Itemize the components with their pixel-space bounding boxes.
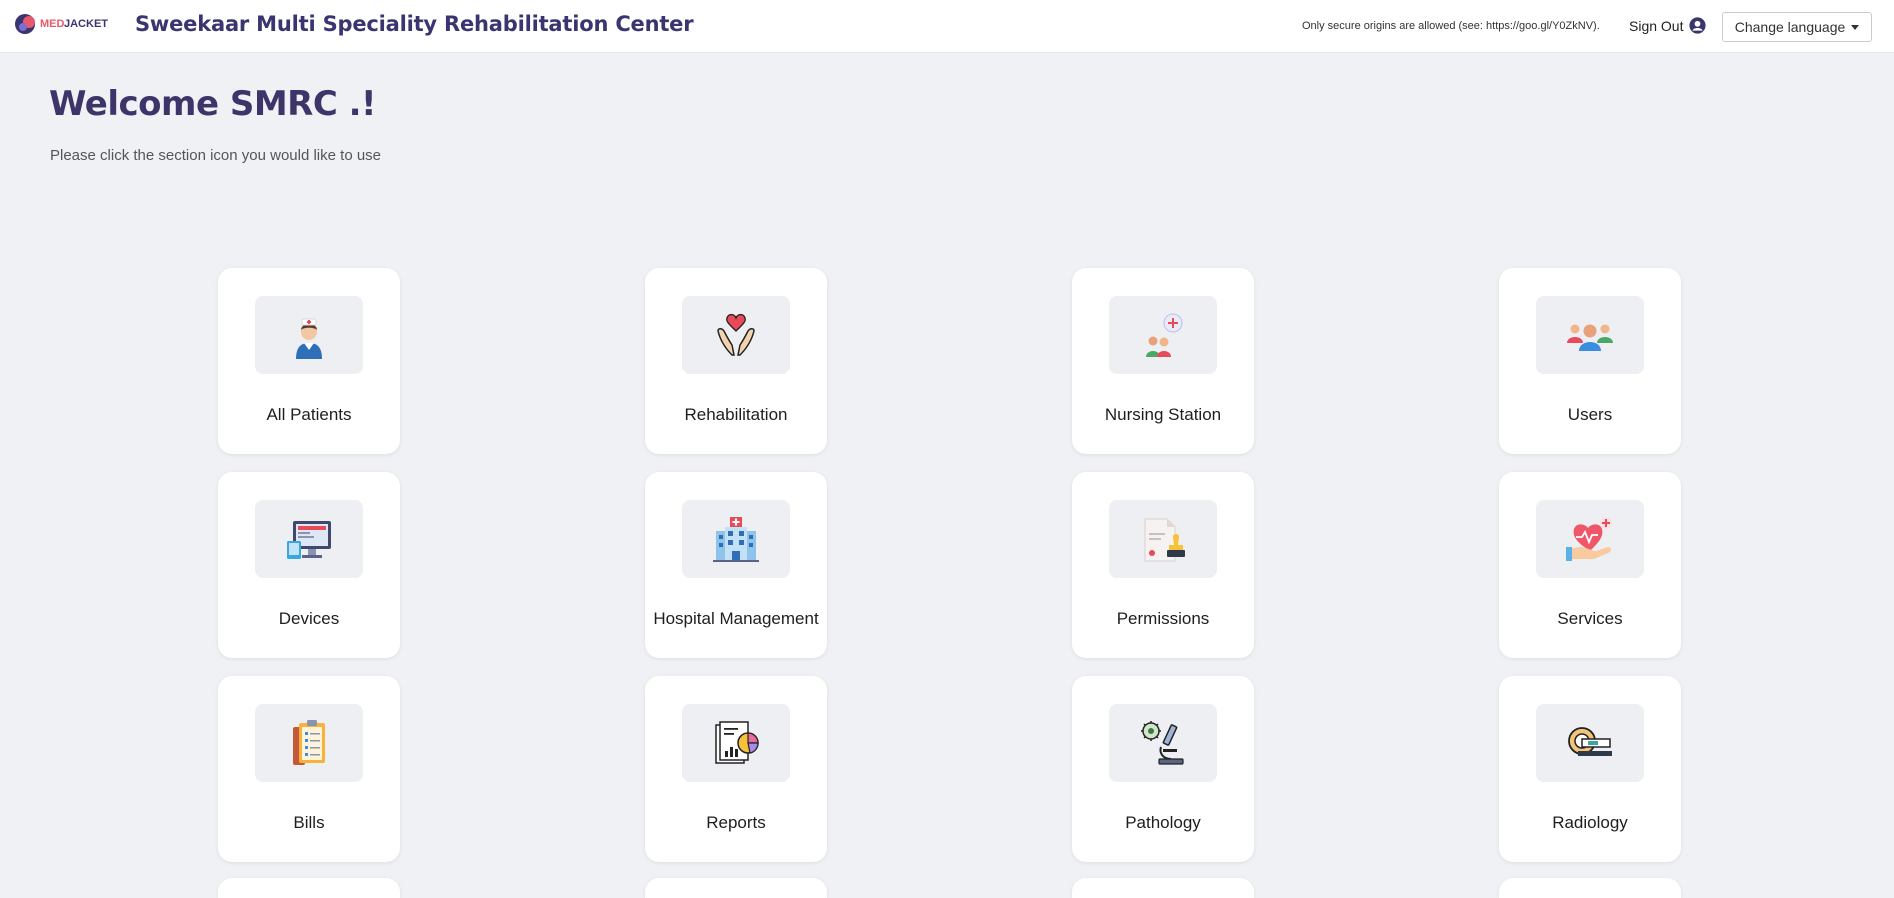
section-label: Bills bbox=[293, 813, 325, 832]
mri-scanner-icon bbox=[1568, 727, 1612, 756]
section-label: Pathology bbox=[1125, 813, 1201, 832]
app-title: Sweekaar Multi Speciality Rehabilitation… bbox=[135, 12, 694, 36]
microscope-icon bbox=[1141, 721, 1184, 765]
nurse-icon bbox=[296, 318, 322, 359]
change-language-button[interactable]: Change language bbox=[1722, 12, 1872, 42]
section-label: Devices bbox=[278, 609, 340, 628]
section-label: Radiology bbox=[1552, 813, 1628, 832]
hands-heart-icon bbox=[717, 313, 755, 356]
section-card-radiology[interactable]: Radiology bbox=[1499, 676, 1681, 862]
section-card-hospital-management[interactable]: Hospital Management bbox=[645, 472, 827, 658]
section-card-rehabilitation[interactable]: Rehabilitation bbox=[645, 268, 827, 454]
icon-tile bbox=[682, 296, 790, 374]
section-label: Users bbox=[1567, 405, 1613, 424]
logo-text-jacket: JACKET bbox=[64, 18, 108, 30]
icon-tile bbox=[682, 704, 790, 782]
top-bar: MED JACKET Sweekaar Multi Speciality Reh… bbox=[0, 0, 1894, 53]
section-card-all-patients[interactable]: All Patients bbox=[218, 268, 400, 454]
logo-text-med: MED bbox=[40, 18, 65, 30]
bill-clipboard-icon bbox=[293, 720, 325, 765]
medjacket-logo[interactable]: MED JACKET bbox=[14, 11, 120, 37]
devices-icon bbox=[287, 521, 331, 559]
sign-out-button[interactable]: Sign Out bbox=[1629, 17, 1707, 34]
section-card-bills[interactable]: Bills bbox=[218, 676, 400, 862]
sign-out-label: Sign Out bbox=[1629, 17, 1684, 34]
icon-tile bbox=[255, 704, 363, 782]
section-card-pathology[interactable]: Pathology bbox=[1072, 676, 1254, 862]
section-card-devices[interactable]: Devices bbox=[218, 472, 400, 658]
icon-tile bbox=[255, 500, 363, 578]
icon-tile bbox=[1536, 500, 1644, 578]
section-card-nursing-station[interactable]: Nursing Station bbox=[1072, 268, 1254, 454]
users-icon bbox=[1567, 324, 1613, 351]
report-chart-icon bbox=[715, 721, 759, 764]
section-label: Permissions bbox=[1116, 609, 1210, 628]
welcome-title: Welcome SMRC .! bbox=[49, 84, 377, 124]
section-card-partial[interactable] bbox=[218, 878, 400, 898]
section-card-services[interactable]: Services bbox=[1499, 472, 1681, 658]
section-card-partial[interactable] bbox=[1499, 878, 1681, 898]
section-card-users[interactable]: Users bbox=[1499, 268, 1681, 454]
section-label: Rehabilitation bbox=[684, 405, 788, 424]
section-label: Reports bbox=[706, 813, 766, 832]
icon-tile bbox=[682, 500, 790, 578]
section-label: All Patients bbox=[266, 405, 352, 424]
welcome-subtitle: Please click the section icon you would … bbox=[50, 147, 382, 164]
section-label: Hospital Management bbox=[653, 609, 819, 628]
section-label: Services bbox=[1557, 609, 1623, 628]
caret-down-icon bbox=[1851, 24, 1860, 30]
icon-tile bbox=[255, 296, 363, 374]
change-language-label: Change language bbox=[1734, 19, 1846, 35]
icon-tile bbox=[1536, 704, 1644, 782]
heart-hand-icon bbox=[1566, 517, 1612, 561]
icon-tile bbox=[1109, 704, 1217, 782]
icon-tile bbox=[1536, 296, 1644, 374]
hospital-icon bbox=[713, 517, 759, 562]
icon-tile bbox=[1109, 296, 1217, 374]
section-label: Nursing Station bbox=[1104, 405, 1222, 424]
secure-origin-note: Only secure origins are allowed (see: ht… bbox=[1302, 20, 1600, 32]
section-card-permissions[interactable]: Permissions bbox=[1072, 472, 1254, 658]
user-circle-icon bbox=[1689, 17, 1707, 34]
permission-stamp-icon bbox=[1144, 518, 1185, 562]
icon-tile bbox=[1109, 500, 1217, 578]
section-card-partial[interactable] bbox=[1072, 878, 1254, 898]
section-card-partial[interactable] bbox=[645, 878, 827, 898]
section-card-reports[interactable]: Reports bbox=[645, 676, 827, 862]
nursing-group-icon bbox=[1146, 313, 1183, 357]
